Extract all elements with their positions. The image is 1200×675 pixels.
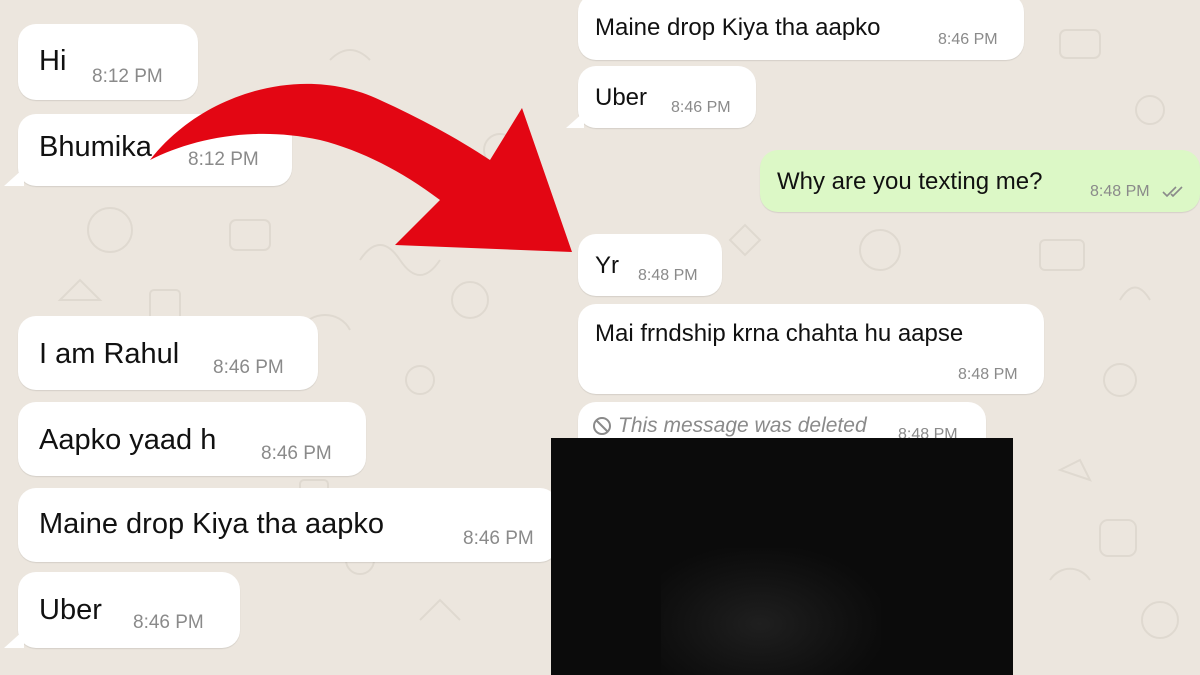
message-time: 8:12 PM — [92, 66, 163, 87]
bubble-tail — [4, 168, 24, 186]
message-text: Uber — [595, 84, 648, 111]
message-bubble-maine-drop[interactable]: Maine drop Kiya tha aapko 8:46 PM — [578, 0, 1024, 60]
message-text: Yr — [595, 252, 619, 279]
message-text: Hi — [39, 45, 67, 77]
redacted-face-shadow — [661, 548, 881, 675]
message-bubble-maine-drop[interactable]: Maine drop Kiya tha aapko 8:46 PM — [18, 488, 558, 562]
message-text: Maine drop Kiya tha aapko — [595, 14, 881, 41]
message-time: 8:12 PM — [188, 149, 259, 170]
message-time: 8:46 PM — [463, 528, 534, 549]
bubble-tail — [4, 630, 24, 648]
double-check-icon — [1162, 186, 1183, 198]
message-bubble-i-am-rahul[interactable]: I am Rahul 8:46 PM — [18, 316, 318, 390]
redacted-photo — [551, 438, 1013, 675]
message-bubble-uber[interactable]: Uber 8:46 PM — [566, 66, 756, 128]
message-bubble-frndship[interactable]: Mai frndship krna chahta hu aapse 8:48 P… — [578, 304, 1044, 394]
message-bubble-why-texting[interactable]: Why are you texting me? 8:48 PM — [760, 150, 1200, 212]
message-time: 8:48 PM — [958, 366, 1018, 383]
message-text: Bhumika — [39, 131, 152, 163]
message-text: Uber — [39, 594, 102, 626]
message-bubble-bhumika[interactable]: Bhumika 8:12 PM — [4, 114, 292, 186]
message-text: This message was deleted — [618, 414, 867, 437]
message-bubble-aapko-yaad-h[interactable]: Aapko yaad h 8:46 PM — [18, 402, 366, 476]
message-time: 8:48 PM — [1090, 183, 1150, 200]
message-text: I am Rahul — [39, 338, 180, 370]
message-text: Maine drop Kiya tha aapko — [39, 508, 384, 540]
message-text: Aapko yaad h — [39, 424, 217, 456]
message-time: 8:46 PM — [938, 31, 998, 48]
message-time: 8:46 PM — [261, 443, 332, 464]
blocked-circle-icon — [593, 417, 611, 435]
message-time: 8:46 PM — [213, 357, 284, 378]
message-text: Why are you texting me? — [777, 168, 1043, 195]
message-time: 8:46 PM — [133, 612, 204, 633]
message-text: Mai frndship krna chahta hu aapse — [595, 320, 964, 347]
message-bubble-hi[interactable]: Hi 8:12 PM — [18, 24, 198, 100]
message-bubble-uber[interactable]: Uber 8:46 PM — [4, 572, 240, 648]
message-time: 8:48 PM — [638, 267, 698, 284]
message-time: 8:46 PM — [671, 99, 731, 116]
bubble-tail — [566, 112, 584, 128]
message-bubble-yr[interactable]: Yr 8:48 PM — [578, 234, 722, 296]
